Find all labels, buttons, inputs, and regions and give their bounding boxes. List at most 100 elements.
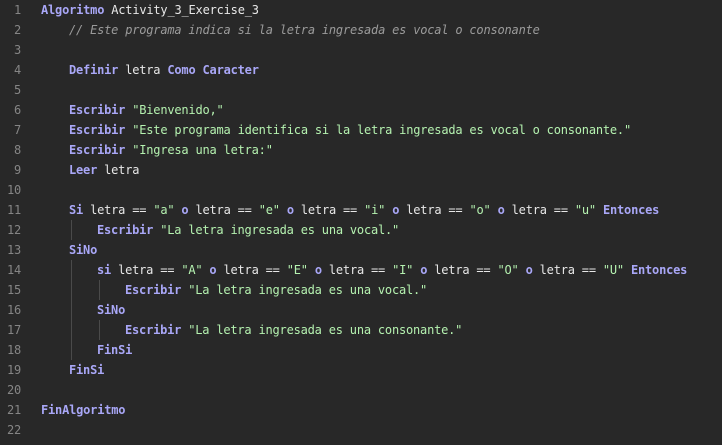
code-line[interactable]: 12 Escribir "La letra ingresada es una vo… [0,220,722,240]
string-token: "U" [602,263,624,277]
code-text[interactable]: Escribir "Ingresa una letra:" [69,140,273,160]
keyword-token: o [286,203,294,217]
keyword-token: Escribir [125,283,182,297]
string-token: "E" [286,263,308,277]
code-line[interactable]: 4 Definir letra Como Caracter [0,60,722,80]
indent-guide [71,260,72,360]
code-line[interactable]: 8 Escribir "Ingresa una letra:" [0,140,722,160]
code-line[interactable]: 19 FinSi [0,360,722,380]
code-text[interactable]: SiNo [97,300,125,320]
code-line[interactable]: 20 [0,380,722,400]
keyword-token: SiNo [97,303,126,317]
code-line[interactable]: 11 Si letra == "a" o letra == "e" o letra… [0,200,722,220]
code-text[interactable]: // Este programa indica si la letra ingr… [69,20,540,40]
code-text[interactable]: Escribir "La letra ingresada es una voca… [125,280,427,300]
line-number: 8 [13,143,21,157]
string-token: "I" [392,263,414,277]
code-line[interactable]: 7 Escribir "Este programa identifica si l… [0,120,722,140]
indent-guide [99,320,100,340]
text-token: letra [118,63,168,77]
text-token: letra == [83,203,154,217]
line-number: 19 [6,363,21,377]
string-token: "u" [574,203,596,217]
line-number: 13 [6,243,21,257]
code-text[interactable]: FinSi [69,360,104,380]
code-text[interactable]: Escribir "Este programa identifica si la… [69,120,631,140]
code-line[interactable]: 15 Escribir "La letra ingresada es una vo… [0,280,722,300]
code-line[interactable]: 21 FinAlgoritmo [0,400,722,420]
code-line[interactable]: 6 Escribir "Bienvenido," [0,100,722,120]
code-text[interactable]: Leer letra [69,160,139,180]
text-token: letra == [293,203,365,217]
code-text[interactable]: Definir letra Como Caracter [69,60,259,80]
line-number: 5 [13,83,21,97]
line-number: 1 [13,3,21,17]
code-text[interactable]: Algoritmo Activity_3_Exercise_3 [41,0,259,20]
string-token: "Ingresa una letra:" [132,143,273,157]
string-token: "La letra ingresada es una vocal." [188,283,428,297]
text-token: letra == [532,263,603,277]
code-line[interactable]: 22 [0,420,722,440]
code-line[interactable]: 3 [0,40,722,60]
code-line[interactable]: 16 SiNo [0,300,722,320]
code-text[interactable]: Escribir "La letra ingresada es una cons… [125,320,462,340]
line-number: 2 [13,23,21,37]
keyword-token: Leer [69,163,98,177]
keyword-token: Escribir [69,123,126,137]
line-number: 20 [6,383,21,397]
keyword-token: Escribir [125,323,182,337]
line-number: 11 [6,203,21,217]
text-token: letra == [321,263,393,277]
keyword-token: si [97,263,112,277]
keyword-token: Entonces [630,263,688,277]
indent-guide [99,280,100,300]
code-line[interactable]: 9 Leer letra [0,160,722,180]
text-token: letra == [188,203,259,217]
string-token: "Este programa identifica si la letra in… [132,123,631,137]
code-text[interactable]: Escribir "La letra ingresada es una voca… [97,220,399,240]
keyword-token: SiNo [69,243,98,257]
keyword-token: Definir [69,63,119,77]
string-token: "O" [497,263,519,277]
line-number: 17 [6,323,21,337]
line-number: 16 [6,303,21,317]
line-number: 10 [6,183,21,197]
code-text[interactable]: Si letra == "a" o letra == "e" o letra =… [69,200,659,220]
code-text[interactable]: si letra == "A" o letra == "E" o letra =… [97,260,687,280]
keyword-token: o [525,263,533,277]
code-line[interactable]: 1 Algoritmo Activity_3_Exercise_3 [0,0,722,20]
code-line[interactable]: 5 [0,80,722,100]
line-number: 3 [13,43,21,57]
text-token: letra == [399,203,470,217]
line-number: 14 [6,263,21,277]
keyword-token: Escribir [69,143,126,157]
code-text[interactable]: FinSi [97,340,132,360]
string-token: "Bienvenido," [132,103,224,117]
line-number: 22 [6,423,21,437]
code-line[interactable]: 18 FinSi [0,340,722,360]
keyword-token: FinSi [69,363,105,377]
code-line[interactable]: 2 // Este programa indica si la letra ing… [0,20,722,40]
text-token: letra == [427,263,498,277]
string-token: "a" [153,203,175,217]
code-line[interactable]: 10 [0,180,722,200]
code-line[interactable]: 14 si letra == "A" o letra == "E" o letra… [0,260,722,280]
code-text[interactable]: FinAlgoritmo [41,400,125,420]
code-text[interactable]: Escribir "Bienvenido," [69,100,224,120]
code-line[interactable]: 17 Escribir "La letra ingresada es una co… [0,320,722,340]
code-line[interactable]: 13 SiNo [0,240,722,260]
keyword-token: Entonces [602,203,660,217]
keyword-token: Escribir [97,223,154,237]
code-editor[interactable]: 1 Algoritmo Activity_3_Exercise_3 2 // Este… [0,0,722,445]
keyword-token: Escribir [69,103,126,117]
string-token: "La letra ingresada es una consonante." [188,323,463,337]
string-token: "o" [469,203,491,217]
code-text[interactable]: SiNo [69,240,97,260]
line-number: 21 [6,403,21,417]
keyword-token: Algoritmo [41,3,105,17]
